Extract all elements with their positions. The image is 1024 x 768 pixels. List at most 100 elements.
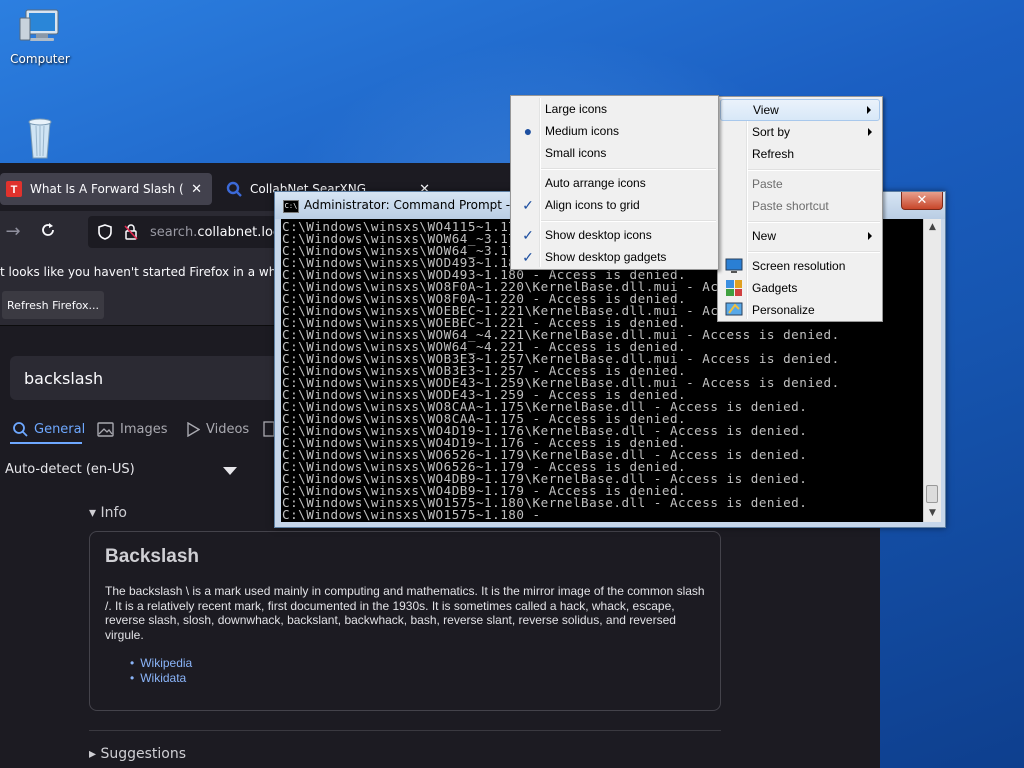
menu-item-label: Show desktop gadgets (545, 250, 667, 264)
language-select[interactable]: Auto-detect (en-US) (5, 462, 245, 482)
scroll-down-arrow-icon[interactable]: ▼ (924, 505, 941, 522)
checkmark-icon: ✓ (522, 248, 534, 265)
menu-item-label: New (752, 229, 777, 243)
menu-item-label: Medium icons (545, 124, 620, 138)
search-input[interactable]: backslash (10, 356, 310, 400)
menu-item-show-desktop-gadgets[interactable]: ✓ Show desktop gadgets (513, 246, 716, 268)
forward-arrow-icon[interactable]: → (2, 221, 24, 243)
close-button[interactable]: ✕ (901, 192, 943, 210)
svg-text:T: T (11, 184, 18, 196)
menu-item-label: Auto arrange icons (545, 176, 646, 190)
infobox-title: Backslash (105, 546, 200, 567)
shield-icon[interactable] (96, 223, 114, 241)
lock-warning-icon[interactable] (122, 223, 140, 241)
scroll-thumb[interactable] (926, 485, 938, 503)
desktop-icon-computer[interactable]: Computer (0, 6, 80, 66)
menu-item-screen-resolution[interactable]: Screen resolution (720, 255, 880, 277)
window-title: Administrator: Command Prompt - rd (304, 198, 527, 212)
tab-label: Videos (206, 421, 250, 437)
menu-item-label: Refresh (752, 147, 795, 161)
submenu-arrow-icon (868, 128, 872, 136)
menu-item-paste-shortcut[interactable]: Paste shortcut (720, 195, 880, 217)
menu-item-view[interactable]: View (720, 99, 880, 121)
menu-item-label: Align icons to grid (545, 198, 640, 212)
tab-forward-slash[interactable]: T What Is A Forward Slash (/) & H ✕ (0, 173, 212, 205)
search-icon (13, 422, 28, 437)
list-item: • Wikipedia (130, 656, 193, 670)
desktop-icon-recycle-bin[interactable] (0, 116, 80, 162)
tab-label: General (34, 421, 86, 437)
tab-label: Images (120, 421, 168, 437)
menu-item-label: Show desktop icons (545, 228, 652, 242)
recycle-bin-icon (16, 116, 64, 160)
url-text[interactable]: search.collabnet.local (150, 225, 292, 240)
menu-item-label: Personalize (752, 303, 815, 317)
wikidata-link[interactable]: Wikidata (140, 671, 186, 685)
view-submenu: Large icons ● Medium icons Small icons Au… (510, 95, 719, 270)
infobox-card: Backslash The backslash \ is a mark used… (89, 531, 721, 711)
submenu-arrow-icon (867, 106, 871, 114)
menu-item-show-desktop-icons[interactable]: ✓ Show desktop icons (513, 224, 716, 246)
info-section-toggle[interactable]: ▾ Info (89, 505, 127, 521)
menu-separator (541, 220, 716, 222)
menu-item-large-icons[interactable]: Large icons (513, 98, 716, 120)
menu-item-sort-by[interactable]: Sort by (720, 121, 880, 143)
desktop-background[interactable]: Computer T What Is A Forward Slash (/) &… (0, 0, 1024, 768)
menu-item-label: Paste shortcut (752, 199, 829, 213)
gadgets-icon (725, 279, 743, 297)
notice-message: t looks like you haven't started Firefox… (0, 265, 315, 279)
search-favicon-icon (226, 181, 242, 197)
menu-item-new[interactable]: New (720, 225, 880, 247)
infobox-links: • Wikipedia • Wikidata (130, 656, 192, 686)
menu-item-paste[interactable]: Paste (720, 173, 880, 195)
menu-item-personalize[interactable]: Personalize (720, 299, 880, 321)
menu-separator (748, 169, 880, 171)
menu-item-label: Large icons (545, 102, 608, 116)
list-item: • Wikidata (130, 671, 187, 685)
menu-item-label: Paste (752, 177, 783, 191)
infobox-description: The backslash \ is a mark used mainly in… (105, 584, 705, 642)
tab-videos[interactable]: Videos (185, 416, 249, 442)
submenu-arrow-icon (868, 232, 872, 240)
tab-title: What Is A Forward Slash (/) & H (30, 182, 183, 196)
radio-dot-icon: ● (523, 123, 533, 139)
menu-item-label: Sort by (752, 125, 791, 139)
wikipedia-link[interactable]: Wikipedia (140, 656, 192, 670)
personalize-icon (725, 301, 743, 319)
tab-close-icon[interactable]: ✕ (183, 182, 202, 197)
active-tab-indicator (10, 442, 82, 444)
play-icon (187, 421, 200, 437)
menu-item-label: Screen resolution (752, 259, 846, 273)
menu-item-medium-icons[interactable]: ● Medium icons (513, 120, 716, 142)
suggestions-toggle[interactable]: ▸ Suggestions (89, 746, 186, 762)
menu-item-align-to-grid[interactable]: ✓ Align icons to grid (513, 194, 716, 216)
monitor-icon (725, 257, 743, 275)
cmd-icon: C:\ (283, 200, 299, 213)
menu-item-auto-arrange[interactable]: Auto arrange icons (513, 172, 716, 194)
url-prefix: search. (150, 224, 198, 240)
chevron-down-icon (223, 467, 237, 475)
desktop-icon-label: Computer (10, 52, 70, 66)
desktop-context-menu: View Sort by Refresh Paste Paste shortcu… (717, 96, 883, 322)
menu-separator (748, 251, 880, 253)
tab-images[interactable]: Images (97, 416, 168, 442)
menu-item-label: Small icons (545, 146, 607, 160)
site-favicon-icon: T (6, 181, 22, 197)
divider (89, 730, 721, 731)
tab-general[interactable]: General (12, 416, 85, 442)
language-value: Auto-detect (en-US) (5, 462, 135, 477)
menu-item-label: View (753, 103, 779, 117)
menu-item-refresh[interactable]: Refresh (720, 143, 880, 165)
scroll-up-arrow-icon[interactable]: ▲ (924, 219, 941, 236)
image-icon (97, 421, 114, 437)
vertical-scrollbar[interactable]: ▲ ▼ (923, 219, 941, 522)
menu-item-label: Gadgets (752, 281, 798, 295)
checkmark-icon: ✓ (522, 196, 534, 213)
menu-separator (748, 221, 880, 223)
reload-icon[interactable] (37, 221, 59, 243)
refresh-firefox-button[interactable]: Refresh Firefox... (2, 291, 104, 319)
computer-icon (16, 6, 64, 50)
search-category-tabs: General Images Videos (0, 416, 300, 442)
menu-item-gadgets[interactable]: Gadgets (720, 277, 880, 299)
menu-item-small-icons[interactable]: Small icons (513, 142, 716, 164)
